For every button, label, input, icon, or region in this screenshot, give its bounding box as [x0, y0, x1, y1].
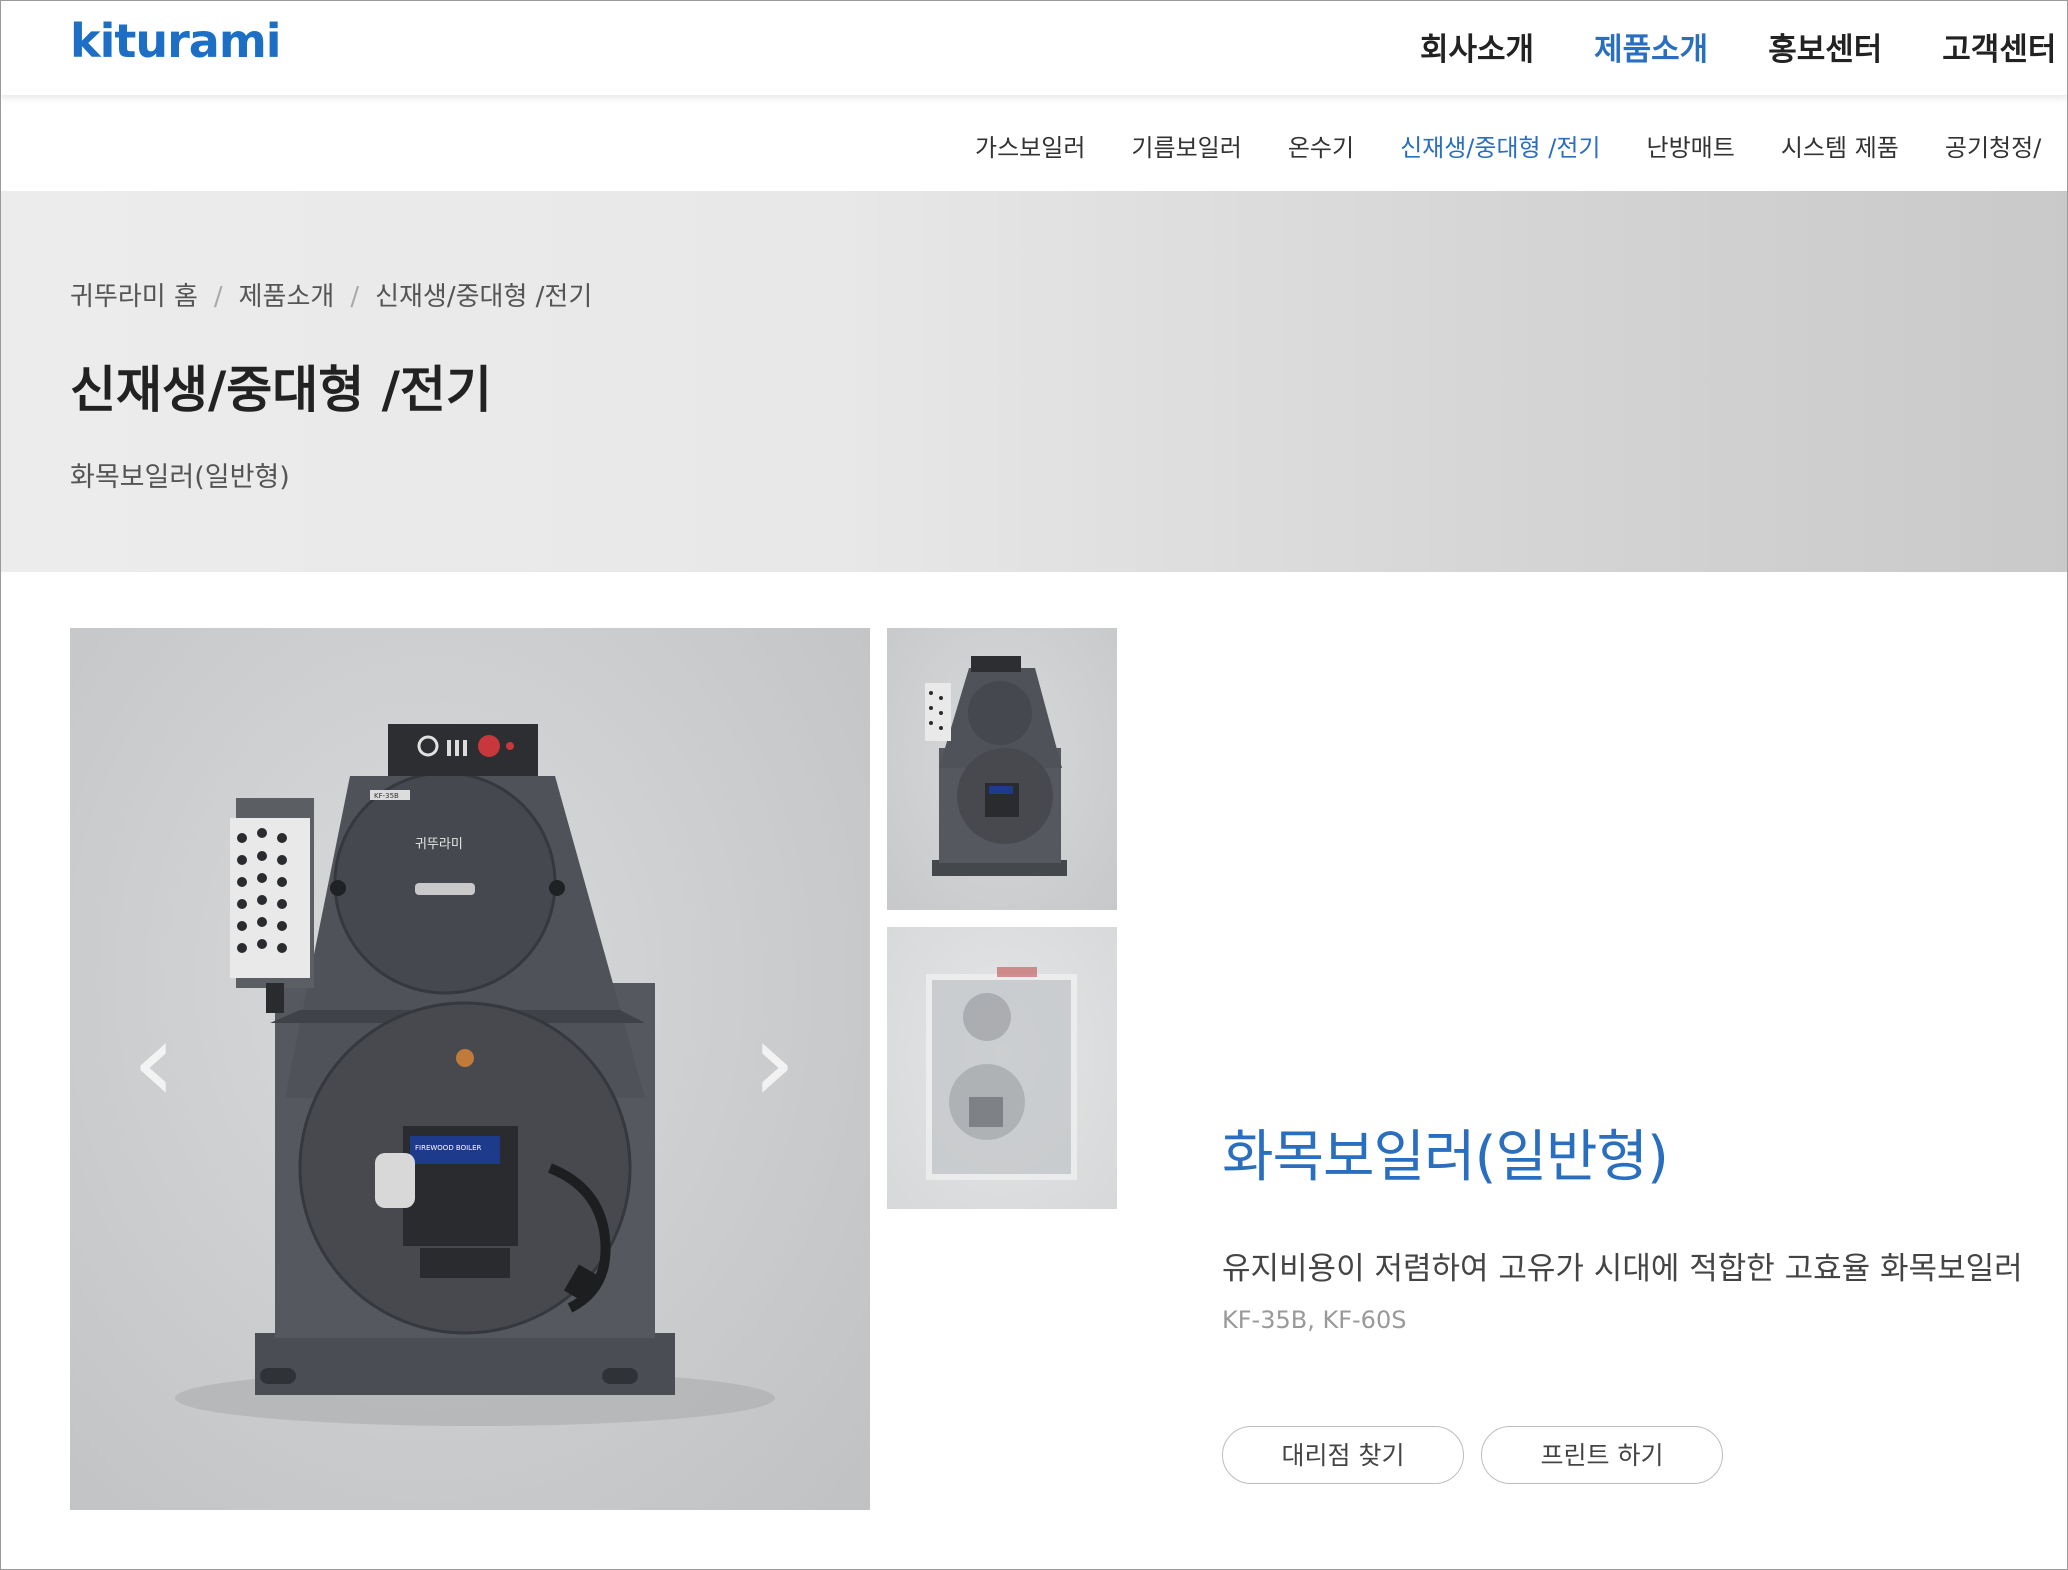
subnav-item-air-purifier[interactable]: 공기청정/	[1945, 128, 2041, 163]
breadcrumb-separator: /	[213, 282, 223, 312]
breadcrumb-current[interactable]: 신재생/중대형 /전기	[375, 282, 592, 312]
boiler-brand-label: 귀뚜라미	[415, 837, 463, 852]
product-models: KF-35B, KF-60S	[1222, 1306, 1407, 1334]
burner-panel-label: FIREWOOD BOILER	[415, 1144, 482, 1152]
print-button[interactable]: 프린트 하기	[1481, 1426, 1723, 1484]
site-header: kiturami 회사소개 제품소개 홍보센터 고객센터	[0, 0, 2068, 95]
breadcrumb-separator: /	[350, 282, 360, 312]
subnav-item-system[interactable]: 시스템 제품	[1781, 128, 1899, 163]
breadcrumb-home[interactable]: 귀뚜라미 홈	[70, 282, 198, 312]
page-subtitle: 화목보일러(일반형)	[70, 462, 290, 493]
breadcrumb: 귀뚜라미 홈 / 제품소개 / 신재생/중대형 /전기	[70, 276, 592, 313]
kiturami-logo[interactable]: kiturami	[70, 14, 282, 68]
product-description: 유지비용이 저렴하여 고유가 시대에 적합한 고효율 화목보일러	[1222, 1251, 2023, 1287]
firewood-boiler-illustration: 귀뚜라미 KF-35B FIREWOOD BOILER	[175, 724, 775, 1426]
subnav-item-water-heater[interactable]: 온수기	[1288, 128, 1354, 163]
product-name: 화목보일러(일반형)	[1222, 1125, 1669, 1190]
subnav-item-oil-boiler[interactable]: 기름보일러	[1131, 128, 1241, 163]
thumbnail-1[interactable]	[887, 628, 1117, 910]
global-nav: 회사소개 제품소개 홍보센터 고객센터	[1420, 24, 2068, 69]
gallery-next-button[interactable]: ›	[752, 998, 796, 1126]
subnav-item-renewable[interactable]: 신재생/중대형 /전기	[1400, 128, 1600, 163]
gallery-prev-button[interactable]: ‹	[132, 998, 176, 1126]
boiler-model-plate: KF-35B	[374, 792, 399, 800]
gnb-item-customer-center[interactable]: 고객센터	[1942, 24, 2056, 69]
subnav-item-gas-boiler[interactable]: 가스보일러	[975, 128, 1085, 163]
gnb-item-pr-center[interactable]: 홍보센터	[1768, 24, 1882, 69]
gnb-item-products[interactable]: 제품소개	[1594, 24, 1708, 69]
thumbnail-2[interactable]	[887, 927, 1117, 1209]
subnav-item-heating-mat[interactable]: 난방매트	[1647, 128, 1735, 163]
gnb-item-company[interactable]: 회사소개	[1420, 24, 1534, 69]
find-dealer-button[interactable]: 대리점 찾기	[1222, 1426, 1464, 1484]
breadcrumb-products[interactable]: 제품소개	[239, 282, 335, 312]
thumbnail-boiler-dark	[925, 656, 1067, 876]
product-main-image[interactable]: 귀뚜라미 KF-35B FIREWOOD BOILER ‹ ›	[70, 628, 870, 1510]
page-title: 신재생/중대형 /전기	[70, 361, 492, 419]
product-category-list: 가스보일러 기름보일러 온수기 신재생/중대형 /전기 난방매트 시스템 제품 공기청정/	[975, 128, 2068, 163]
thumbnail-boiler-light	[926, 967, 1077, 1180]
